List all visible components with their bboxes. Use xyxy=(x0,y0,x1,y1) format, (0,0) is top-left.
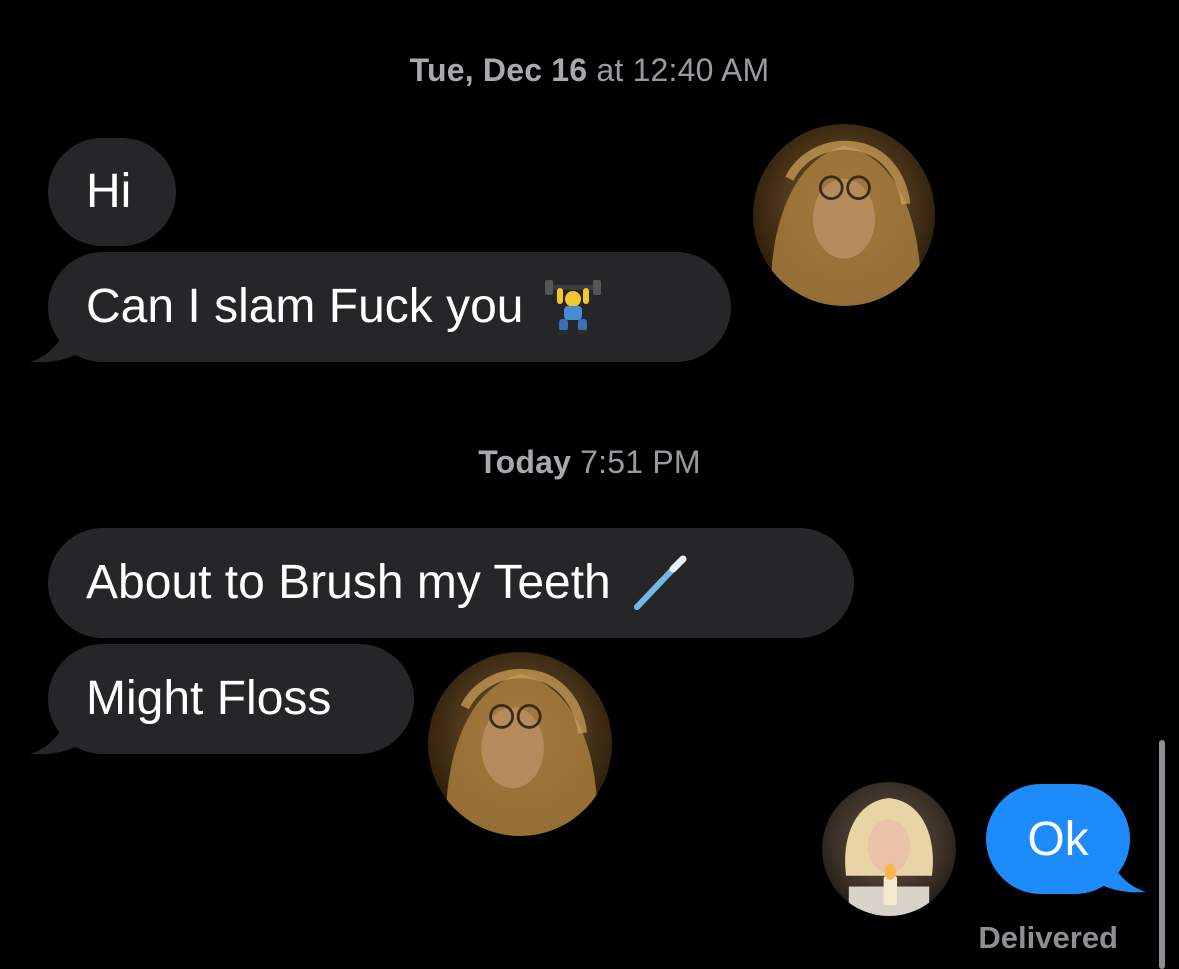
toothbrush-icon xyxy=(633,555,687,610)
incoming-message-bubble[interactable]: About to Brush my Teeth xyxy=(48,528,854,638)
avatar-photo-icon xyxy=(428,652,612,836)
incoming-message-bubble[interactable]: Can I slam Fuck you xyxy=(48,252,731,362)
timestamp-header: Tue, Dec 16 at 12:40 AM xyxy=(0,52,1179,89)
timestamp-time: at 12:40 AM xyxy=(587,52,770,88)
bubble-tail xyxy=(30,698,90,755)
message-text: Ok xyxy=(1027,812,1089,866)
incoming-message-bubble[interactable]: Hi xyxy=(48,138,176,246)
my-avatar[interactable] xyxy=(822,782,956,916)
timestamp-day: Tue, Dec 16 xyxy=(409,52,588,88)
avatar-photo-icon xyxy=(753,124,935,306)
message-text: Hi xyxy=(86,165,132,218)
timestamp-time: 7:51 PM xyxy=(571,444,701,480)
timestamp-header: Today 7:51 PM xyxy=(0,444,1179,481)
contact-avatar[interactable] xyxy=(428,652,612,836)
incoming-message-bubble[interactable]: Might Floss xyxy=(48,644,414,754)
scrollbar[interactable] xyxy=(1159,740,1165,969)
bubble-tail xyxy=(30,306,90,363)
person-lifting-weights-icon xyxy=(545,280,602,335)
timestamp-day: Today xyxy=(478,444,572,480)
message-text: Can I slam Fuck you xyxy=(86,280,524,333)
contact-avatar[interactable] xyxy=(753,124,935,306)
message-text: About to Brush my Teeth xyxy=(86,556,611,609)
message-text: Might Floss xyxy=(86,672,332,725)
bubble-tail xyxy=(1096,836,1146,893)
delivery-status: Delivered xyxy=(978,920,1118,955)
avatar-photo-icon xyxy=(822,782,956,916)
